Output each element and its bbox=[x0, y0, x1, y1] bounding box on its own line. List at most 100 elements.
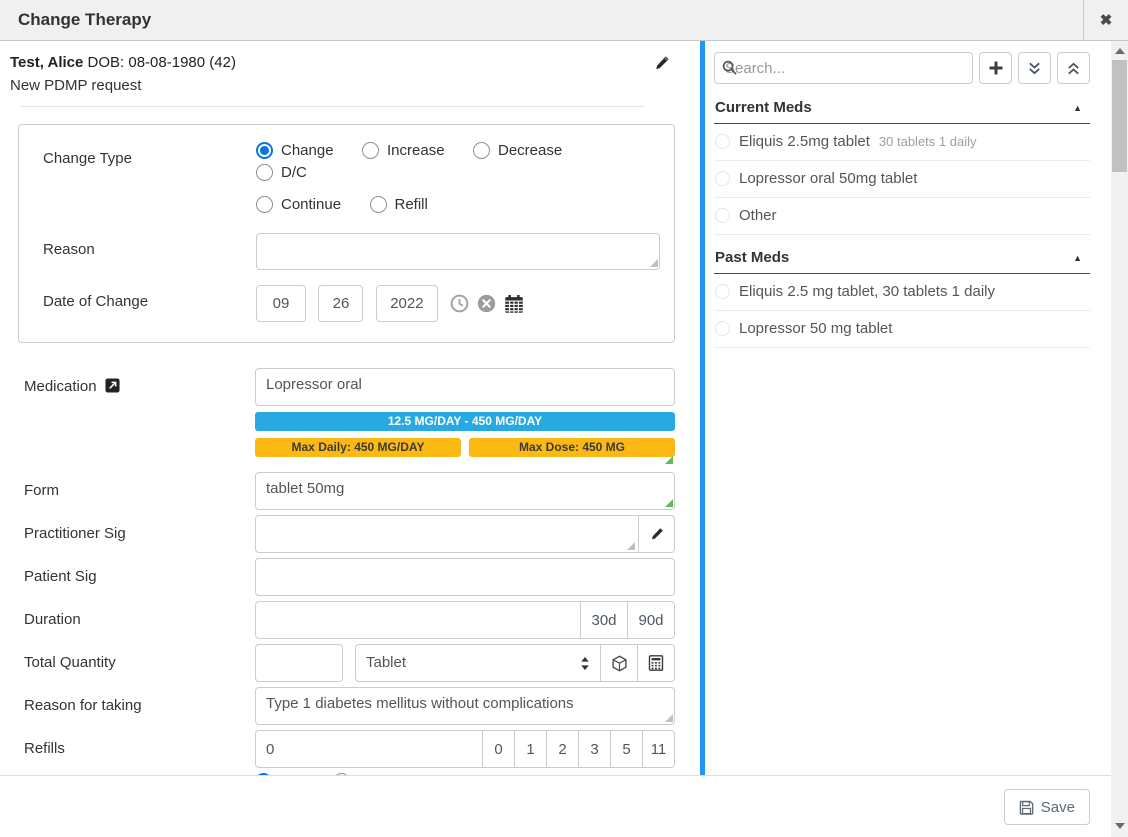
radio-continue[interactable]: Continue bbox=[256, 196, 341, 213]
radio-dc[interactable]: D/C bbox=[256, 164, 307, 181]
radio-label: Continue bbox=[281, 196, 341, 213]
med-radio-icon bbox=[715, 321, 730, 336]
refills-5-button[interactable]: 5 bbox=[611, 730, 643, 768]
med-item-lopressor-past[interactable]: Lopressor 50 mg tablet bbox=[714, 311, 1090, 348]
date-of-change-label: Date of Change bbox=[31, 285, 256, 322]
radio-dot bbox=[256, 142, 273, 159]
med-item-text: Eliquis 2.5 mg tablet, 30 tablets 1 dail… bbox=[739, 283, 995, 300]
reason-label: Reason bbox=[31, 233, 256, 270]
duration-input[interactable] bbox=[255, 601, 581, 639]
med-radio-icon bbox=[715, 284, 730, 299]
add-med-button[interactable] bbox=[979, 52, 1012, 84]
reason-textarea[interactable] bbox=[256, 233, 660, 270]
medication-textarea[interactable]: Lopressor oral bbox=[255, 368, 675, 406]
search-field-wrap bbox=[714, 52, 973, 84]
refills-input[interactable] bbox=[255, 730, 483, 768]
save-button[interactable]: Save bbox=[1004, 789, 1090, 825]
date-month-input[interactable] bbox=[256, 285, 306, 322]
clock-icon[interactable] bbox=[450, 294, 469, 313]
resize-handle-icon[interactable] bbox=[665, 499, 673, 507]
practitioner-sig-textarea[interactable] bbox=[255, 515, 639, 553]
cube-icon bbox=[611, 655, 628, 672]
modal-body: Test, Alice DOB: 08-08-1980 (42) New PDM… bbox=[0, 41, 1111, 775]
max-dose-badge: Max Dose: 450 MG bbox=[469, 438, 675, 457]
med-item-text: Other bbox=[739, 207, 777, 224]
radio-label: Decrease bbox=[498, 142, 562, 159]
form-label: Form bbox=[24, 472, 255, 510]
pdmp-request-text: New PDMP request bbox=[10, 77, 670, 94]
refills-3-button[interactable]: 3 bbox=[579, 730, 611, 768]
calculator-icon bbox=[648, 655, 664, 671]
section-title: Past Meds bbox=[715, 249, 789, 266]
edit-patient-button[interactable] bbox=[654, 55, 670, 76]
radio-dot bbox=[473, 142, 490, 159]
close-button[interactable]: ✖ bbox=[1083, 0, 1128, 41]
radio-refill[interactable]: Refill bbox=[370, 196, 428, 213]
patient-block: Test, Alice DOB: 08-08-1980 (42) New PDM… bbox=[0, 41, 700, 107]
med-item-eliquis-current[interactable]: Eliquis 2.5mg tablet 30 tablets 1 daily bbox=[714, 124, 1090, 161]
pencil-icon bbox=[650, 527, 664, 541]
modal-header: Change Therapy ✖ bbox=[0, 0, 1128, 41]
modal-title: Change Therapy bbox=[0, 0, 1128, 40]
scrollbar-thumb[interactable] bbox=[1112, 60, 1127, 172]
change-type-radio-group: Change Increase Decrease D/C Continue Re… bbox=[256, 142, 660, 218]
dose-range-badge: 12.5 MG/DAY - 450 MG/DAY bbox=[255, 412, 675, 431]
radio-change[interactable]: Change bbox=[256, 142, 334, 159]
refills-0-button[interactable]: 0 bbox=[483, 730, 515, 768]
modal-footer: Save bbox=[0, 775, 1111, 837]
close-icon: ✖ bbox=[1100, 12, 1113, 29]
scroll-down-arrow[interactable] bbox=[1111, 818, 1128, 835]
practitioner-sig-label: Practitioner Sig bbox=[24, 515, 255, 553]
clear-date-icon[interactable] bbox=[477, 294, 496, 313]
search-input[interactable] bbox=[714, 52, 973, 84]
radio-label: D/C bbox=[281, 164, 307, 181]
patient-sig-input[interactable] bbox=[255, 558, 675, 596]
unit-select[interactable]: Tablet bbox=[355, 644, 601, 682]
duration-90d-button[interactable]: 90d bbox=[628, 601, 675, 639]
med-item-other[interactable]: Other bbox=[714, 198, 1090, 235]
page-scrollbar[interactable] bbox=[1111, 41, 1128, 837]
date-day-input[interactable] bbox=[318, 285, 363, 322]
plus-icon bbox=[988, 60, 1004, 76]
form-textarea[interactable]: tablet 50mg bbox=[255, 472, 675, 510]
sort-caret-icon bbox=[579, 656, 591, 671]
collapse-all-button[interactable] bbox=[1057, 52, 1090, 84]
collapse-caret-icon: ▲ bbox=[1073, 253, 1082, 263]
scroll-up-arrow[interactable] bbox=[1111, 43, 1128, 60]
package-lookup-button[interactable] bbox=[601, 644, 638, 682]
past-meds-header[interactable]: Past Meds ▲ bbox=[714, 244, 1090, 274]
edit-sig-button[interactable] bbox=[639, 515, 675, 553]
calculator-button[interactable] bbox=[638, 644, 675, 682]
section-title: Current Meds bbox=[715, 99, 812, 116]
radio-dot bbox=[256, 164, 273, 181]
med-item-note: 30 tablets 1 daily bbox=[879, 134, 977, 149]
unit-selected-value: Tablet bbox=[366, 654, 406, 671]
med-item-eliquis-past[interactable]: Eliquis 2.5 mg tablet, 30 tablets 1 dail… bbox=[714, 274, 1090, 311]
radio-increase[interactable]: Increase bbox=[362, 142, 445, 159]
resize-handle-icon[interactable] bbox=[665, 714, 673, 722]
resize-handle-icon[interactable] bbox=[627, 542, 635, 550]
reason-for-taking-textarea[interactable]: Type 1 diabetes mellitus without complic… bbox=[255, 687, 675, 725]
calendar-icon[interactable] bbox=[504, 294, 524, 314]
medication-label-wrap: Medication bbox=[24, 368, 255, 467]
chevron-double-down-icon bbox=[1027, 61, 1042, 76]
duration-30d-button[interactable]: 30d bbox=[581, 601, 628, 639]
radio-decrease[interactable]: Decrease bbox=[473, 142, 562, 159]
med-item-lopressor-current[interactable]: Lopressor oral 50mg tablet bbox=[714, 161, 1090, 198]
resize-handle-icon[interactable] bbox=[650, 259, 658, 267]
chevron-double-up-icon bbox=[1066, 61, 1081, 76]
meds-sidebar: Current Meds ▲ Eliquis 2.5mg tablet 30 t… bbox=[700, 41, 1090, 775]
medication-label: Medication bbox=[24, 378, 97, 395]
quantity-input[interactable] bbox=[255, 644, 343, 682]
current-meds-header[interactable]: Current Meds ▲ bbox=[714, 94, 1090, 124]
external-link-icon[interactable] bbox=[105, 378, 120, 393]
refills-11-button[interactable]: 11 bbox=[643, 730, 675, 768]
floppy-disk-icon bbox=[1019, 800, 1034, 815]
date-year-input[interactable] bbox=[376, 285, 438, 322]
radio-label: Change bbox=[281, 142, 334, 159]
expand-all-button[interactable] bbox=[1018, 52, 1051, 84]
resize-handle-icon[interactable] bbox=[665, 456, 673, 464]
pencil-icon bbox=[654, 55, 670, 71]
refills-1-button[interactable]: 1 bbox=[515, 730, 547, 768]
refills-2-button[interactable]: 2 bbox=[547, 730, 579, 768]
